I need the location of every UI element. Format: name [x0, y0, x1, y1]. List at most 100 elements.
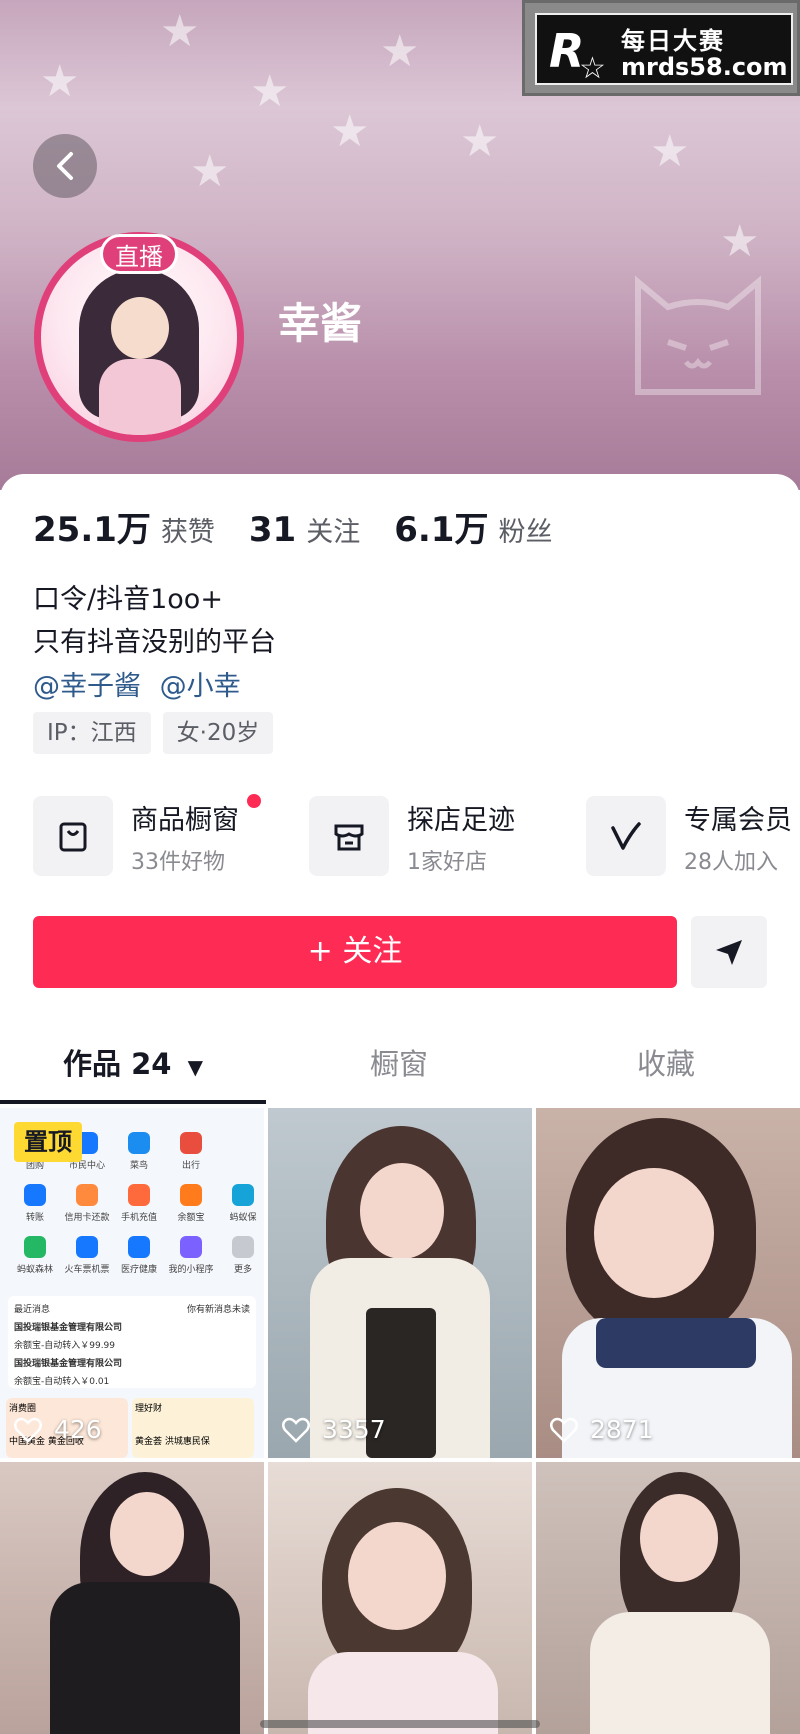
like-count: 3357: [282, 1415, 386, 1444]
bio: 口令/抖音1oo+ 只有抖音没别的平台: [33, 578, 276, 664]
profile-card: 25.1万 获赞 31 关注 6.1万 粉丝 口令/抖音1oo+ 只有抖音没别的…: [0, 474, 800, 1734]
video-thumbnail[interactable]: 2871: [536, 1108, 800, 1458]
home-indicator[interactable]: [260, 1720, 540, 1728]
app-item: 更多: [218, 1236, 264, 1275]
watermark-logo: R ☆: [549, 24, 606, 86]
stat-likes[interactable]: 25.1万 获赞: [33, 502, 215, 551]
app-row: 转账 信用卡还款 手机充值 余额宝 蚂蚁保: [10, 1184, 264, 1223]
video-thumbnail[interactable]: 团购 市民中心 菜鸟 出行 转账 信用卡还款 手机充值 余额宝 蚂蚁保 蚂蚁森林: [0, 1108, 264, 1458]
profile-name: 幸酱: [278, 299, 363, 348]
follow-button[interactable]: + 关注: [33, 916, 677, 988]
stats-row: 25.1万 获赞 31 关注 6.1万 粉丝: [33, 502, 586, 551]
dropdown-caret-icon: ▼: [187, 1055, 203, 1079]
service-subtitle: 28人加入: [684, 850, 778, 875]
star-decoration: ★: [380, 26, 420, 77]
app-item: 火车票机票: [62, 1236, 112, 1275]
heart-icon: [14, 1417, 42, 1443]
like-count: 426: [14, 1415, 102, 1444]
thumbnail-figure: [596, 1318, 756, 1368]
thumbnail-figure: [360, 1163, 444, 1259]
back-button[interactable]: [33, 134, 97, 198]
store-icon: [334, 824, 364, 851]
service-subtitle: 33件好物: [131, 850, 225, 875]
watermark-cn: 每日大赛: [621, 27, 725, 55]
profile-banner: ★ ★ ★ ★ ★ ★ ★ ★ ★ 直播 幸酱 R ☆ 每日大赛 mrds58.…: [0, 0, 800, 490]
video-thumbnail[interactable]: [536, 1462, 800, 1734]
cat-icon: [635, 275, 761, 395]
app-item: 菜鸟: [114, 1132, 164, 1171]
tab-showcase[interactable]: 橱窗: [266, 1034, 532, 1114]
profile-page: ★ ★ ★ ★ ★ ★ ★ ★ ★ 直播 幸酱 R ☆ 每日大赛 mrds58.…: [0, 0, 800, 1734]
pinned-badge: 置顶: [14, 1122, 82, 1162]
thumbnail-figure: [110, 1492, 184, 1576]
video-thumbnail[interactable]: [268, 1462, 532, 1734]
stat-label: 获赞: [160, 517, 215, 548]
stat-following[interactable]: 31 关注: [249, 510, 360, 550]
service-subtitle: 1家好店: [407, 850, 487, 875]
app-item: 出行: [166, 1132, 216, 1171]
active-tab-indicator: [0, 1100, 266, 1104]
share-button[interactable]: [691, 916, 767, 988]
service-icon-box: [586, 796, 666, 876]
thumbnail-figure: [50, 1582, 240, 1734]
thumbnail-figure: [348, 1522, 446, 1630]
star-decoration: ★: [40, 56, 80, 107]
mention-link[interactable]: @幸子酱: [33, 671, 141, 702]
tab-label: 作品 24: [63, 1047, 172, 1081]
thumbnail-figure: [640, 1494, 718, 1582]
service-icon-box: [33, 796, 113, 876]
service-icon-box: [309, 796, 389, 876]
star-decoration: ★: [250, 66, 290, 117]
star-decoration: ★: [330, 106, 370, 157]
chevron-left-icon: [57, 152, 73, 180]
service-title: 专属会员: [684, 805, 792, 836]
bag-icon: [59, 822, 87, 852]
star-decoration: ★: [650, 126, 690, 177]
app-row: 蚂蚁森林 火车票机票 医疗健康 我的小程序 更多: [10, 1236, 264, 1275]
tab-favorites[interactable]: 收藏: [532, 1034, 800, 1114]
bio-line: 只有抖音没别的平台: [33, 627, 276, 658]
app-item: 手机充值: [114, 1184, 164, 1223]
star-decoration: ★: [460, 116, 500, 167]
heart-icon: [550, 1417, 578, 1443]
star-decoration: ★: [190, 146, 230, 197]
vip-icon: [611, 822, 641, 850]
watermark-url: mrds58.com: [621, 53, 788, 81]
app-messages: 最近消息 你有新消息未读 国投瑞银基金管理有限公司 余额宝-自动转入￥99.99 …: [8, 1296, 256, 1388]
stat-value: 31: [248, 510, 297, 550]
services-row: 商品橱窗 33件好物 探店足迹 1家好店 专属会员 28人加入: [33, 794, 800, 878]
video-thumbnail[interactable]: [0, 1462, 264, 1734]
app-item: 蚂蚁森林: [10, 1236, 60, 1275]
thumbnail-figure: [594, 1168, 714, 1298]
stat-value: 6.1万: [394, 510, 489, 550]
avatar-shirt: [99, 359, 181, 435]
profile-tags: IP：江西 女·20岁: [33, 712, 285, 754]
service-title: 探店足迹: [407, 805, 515, 836]
stat-value: 25.1万: [33, 510, 151, 550]
app-item: 余额宝: [166, 1184, 216, 1223]
app-item: 信用卡还款: [62, 1184, 112, 1223]
send-icon: [716, 940, 742, 965]
star-decoration: ★: [720, 216, 760, 267]
watermark: R ☆ 每日大赛 mrds58.com: [522, 0, 800, 96]
video-grid: 团购 市民中心 菜鸟 出行 转账 信用卡还款 手机充值 余额宝 蚂蚁保 蚂蚁森林: [0, 1108, 800, 1734]
thumbnail-figure: [590, 1612, 770, 1734]
gender-age-tag: 女·20岁: [162, 712, 274, 754]
app-item: 医疗健康: [114, 1236, 164, 1275]
bio-line: 口令/抖音1oo+: [33, 584, 223, 615]
live-badge[interactable]: 直播: [100, 234, 178, 274]
notification-dot: [247, 794, 261, 808]
stat-followers[interactable]: 6.1万 粉丝: [394, 502, 552, 551]
ip-tag: IP：江西: [33, 712, 151, 754]
star-decoration: ★: [160, 6, 200, 57]
stat-label: 关注: [306, 517, 361, 548]
avatar-face: [111, 297, 169, 359]
video-thumbnail[interactable]: 3357: [268, 1108, 532, 1458]
mention-link[interactable]: @小幸: [160, 671, 241, 702]
service-title: 商品橱窗: [131, 805, 239, 836]
app-item: 蚂蚁保: [218, 1184, 264, 1223]
app-item: 我的小程序: [166, 1236, 216, 1275]
app-item: 转账: [10, 1184, 60, 1223]
mentions: @幸子酱 @小幸: [33, 664, 251, 703]
stat-label: 粉丝: [498, 517, 553, 548]
